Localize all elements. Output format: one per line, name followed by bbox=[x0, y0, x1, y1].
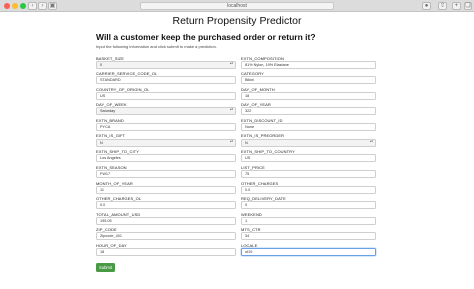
extn-is-gift-label: EXTN_IS_GIFT bbox=[96, 133, 126, 138]
extn-brand-input[interactable]: PYCA bbox=[96, 123, 236, 131]
req-delivery-date-input[interactable]: 0 bbox=[241, 201, 376, 209]
mts-ctr-input[interactable]: 34 bbox=[241, 232, 376, 240]
page-title: Return Propensity Predictor bbox=[172, 15, 302, 27]
sidebar-icon[interactable]: ▣ bbox=[48, 2, 57, 10]
category-input[interactable]: Bikini bbox=[241, 76, 376, 84]
extn-is-gift-select[interactable]: N bbox=[96, 139, 236, 147]
shield-icon[interactable]: ● bbox=[422, 2, 431, 10]
hour-of-day-input[interactable]: 18 bbox=[96, 248, 236, 256]
day-of-week-select[interactable]: Saturday bbox=[96, 107, 236, 115]
page-description: Input the following information and clic… bbox=[96, 44, 217, 49]
extn-ship-to-city-input[interactable]: Los Angeles bbox=[96, 154, 236, 162]
day-of-year-input[interactable]: 322 bbox=[241, 107, 376, 115]
weekend-input[interactable]: 1 bbox=[241, 217, 376, 225]
other-charges-ol-input[interactable]: 0.0 bbox=[96, 201, 236, 209]
extn-is-preorder-label: EXTN_IS_PREORDER bbox=[241, 133, 285, 138]
extn-ship-to-country-input[interactable]: US bbox=[241, 154, 376, 162]
back-arrow-icon[interactable]: ‹ bbox=[28, 2, 37, 10]
other-charges-input[interactable]: 0.0 bbox=[241, 186, 376, 194]
tabs-overview-icon[interactable]: ❏ bbox=[464, 2, 472, 10]
minimize-window-button[interactable] bbox=[12, 3, 18, 9]
extn-composition-input[interactable]: 81% Nylon, 19% Elastane bbox=[241, 61, 376, 69]
country-of-origin-input[interactable]: US bbox=[96, 92, 236, 100]
extn-is-preorder-select[interactable]: N bbox=[241, 139, 376, 147]
carrier-service-code-input[interactable]: STANDARD bbox=[96, 76, 236, 84]
forward-arrow-icon[interactable]: › bbox=[38, 2, 47, 10]
share-icon[interactable]: ⇧ bbox=[438, 2, 447, 10]
submit-button[interactable]: Submit bbox=[96, 263, 115, 272]
browser-toolbar: ‹ › ▣ localhost ● ⇧ + ❏ bbox=[0, 0, 474, 12]
list-price-input[interactable]: 75 bbox=[241, 170, 376, 178]
day-of-month-input[interactable]: 18 bbox=[241, 92, 376, 100]
basket-size-select[interactable]: 0 bbox=[96, 61, 236, 69]
extn-discount-id-input[interactable]: None bbox=[241, 123, 376, 131]
month-of-year-input[interactable]: 11 bbox=[96, 186, 236, 194]
address-bar[interactable]: localhost bbox=[140, 2, 334, 10]
zoom-window-button[interactable] bbox=[20, 3, 26, 9]
total-amount-usd-input[interactable]: 195.05 bbox=[96, 217, 236, 225]
locale-input[interactable]: of19 bbox=[241, 248, 376, 256]
page-subtitle: Will a customer keep the purchased order… bbox=[96, 32, 316, 42]
new-tab-icon[interactable]: + bbox=[452, 2, 461, 10]
extn-season-input[interactable]: FW17 bbox=[96, 170, 236, 178]
zip-code-input[interactable]: Zipcode_401 bbox=[96, 232, 236, 240]
close-window-button[interactable] bbox=[4, 3, 10, 9]
